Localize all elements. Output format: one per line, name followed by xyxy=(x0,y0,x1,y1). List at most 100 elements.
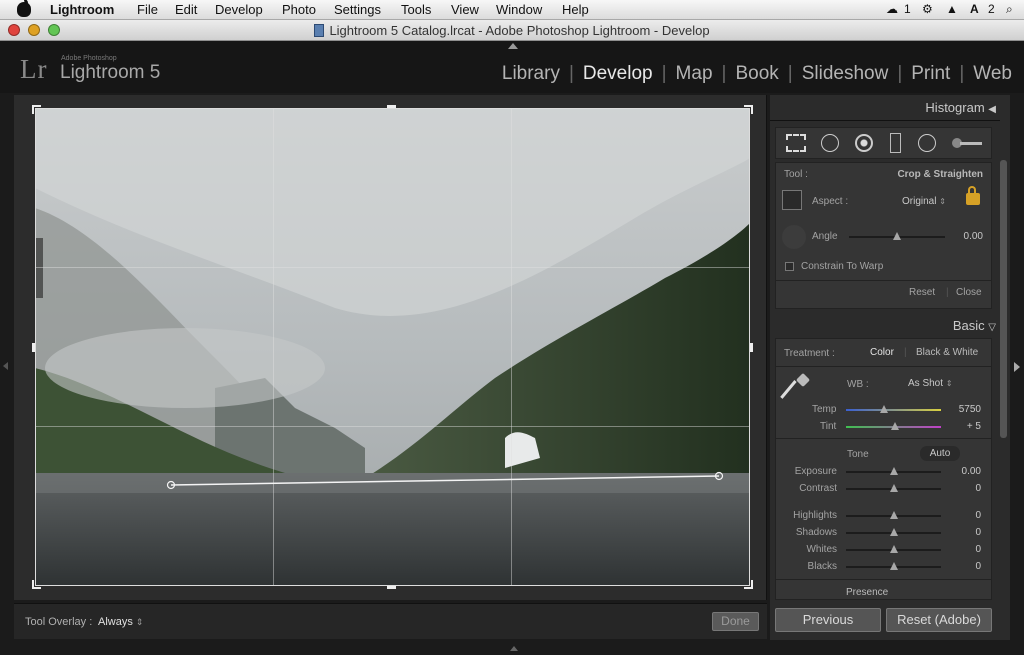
right-panel-scrollbar[interactable] xyxy=(1000,160,1007,438)
tone-slider-value[interactable]: 0 xyxy=(975,483,981,494)
crop-handle-right[interactable] xyxy=(750,343,753,352)
treatment-color-button[interactable]: Color xyxy=(870,347,894,358)
previous-button[interactable]: Previous xyxy=(775,608,881,632)
crop-handle-bottom[interactable] xyxy=(387,586,396,589)
module-divider: | xyxy=(568,63,574,84)
dropper-tip-icon xyxy=(780,380,797,399)
graduated-filter-icon[interactable] xyxy=(890,133,901,153)
menu-file[interactable]: File xyxy=(137,2,158,17)
temp-value[interactable]: 5750 xyxy=(959,404,981,415)
tint-slider-thumb[interactable] xyxy=(891,422,899,430)
tint-value[interactable]: + 5 xyxy=(967,421,981,432)
crop-divider: | xyxy=(946,287,949,298)
module-develop[interactable]: Develop xyxy=(583,63,653,85)
tray-count-2: 2 xyxy=(988,2,995,16)
tone-slider-label: Contrast xyxy=(799,483,837,494)
crop-tool-icon[interactable] xyxy=(786,134,806,152)
adobe-icon[interactable]: A xyxy=(970,2,979,16)
menu-tools[interactable]: Tools xyxy=(401,2,431,17)
filmstrip-toggle-icon[interactable] xyxy=(510,646,518,651)
crop-close-button[interactable]: Close xyxy=(956,287,982,298)
module-divider: | xyxy=(959,63,965,84)
reset-adobe-button[interactable]: Reset (Adobe) xyxy=(886,608,992,632)
auto-tone-button[interactable]: Auto xyxy=(920,446,960,461)
crop-handle-left[interactable] xyxy=(32,343,35,352)
module-book[interactable]: Book xyxy=(735,63,778,85)
photo-preview[interactable] xyxy=(35,108,750,586)
menu-settings[interactable]: Settings xyxy=(334,2,381,17)
right-panel-toggle-icon[interactable] xyxy=(1014,362,1020,372)
dropper-bulb-icon xyxy=(795,372,811,388)
tone-slider-thumb[interactable] xyxy=(890,545,898,553)
aspect-value: Original xyxy=(902,196,937,207)
tool-overlay-select[interactable]: Always ⇕ xyxy=(98,616,143,628)
wb-select[interactable]: As Shot ⇕ xyxy=(908,378,953,389)
temp-label: Temp xyxy=(812,404,837,415)
angle-value[interactable]: 0.00 xyxy=(964,231,983,242)
radial-filter-icon[interactable] xyxy=(918,134,936,152)
module-map[interactable]: Map xyxy=(676,63,713,85)
temp-slider-track[interactable] xyxy=(846,409,941,411)
menu-develop[interactable]: Develop xyxy=(215,2,263,17)
constrain-checkbox[interactable] xyxy=(785,262,794,271)
tone-slider-thumb[interactable] xyxy=(890,484,898,492)
lightroom-logo-icon: Lr xyxy=(20,54,48,84)
tone-slider-thumb[interactable] xyxy=(890,511,898,519)
left-panel-toggle-icon[interactable] xyxy=(3,362,8,370)
angle-slider-thumb[interactable] xyxy=(893,232,901,240)
crop-handle-bottom-right[interactable] xyxy=(744,580,753,589)
tone-slider-value[interactable]: 0.00 xyxy=(962,466,981,477)
module-slideshow[interactable]: Slideshow xyxy=(802,63,889,85)
tone-slider-value[interactable]: 0 xyxy=(975,510,981,521)
crop-handle-top[interactable] xyxy=(387,105,396,108)
treatment-bw-button[interactable]: Black & White xyxy=(916,347,978,358)
tone-slider-thumb[interactable] xyxy=(890,562,898,570)
tone-label: Tone xyxy=(847,449,869,460)
top-panel-toggle-icon[interactable] xyxy=(508,43,518,49)
red-eye-icon[interactable] xyxy=(855,134,873,152)
tool-value: Crop & Straighten xyxy=(897,169,983,180)
crop-handle-bottom-left[interactable] xyxy=(32,580,41,589)
straighten-tool-icon[interactable] xyxy=(782,225,806,249)
tone-slider-value[interactable]: 0 xyxy=(975,544,981,555)
apple-icon[interactable] xyxy=(17,0,31,17)
tone-slider-thumb[interactable] xyxy=(890,528,898,536)
crop-handle-top-left[interactable] xyxy=(32,105,41,114)
angle-label: Angle xyxy=(812,231,838,242)
drive-icon[interactable]: ▲ xyxy=(946,2,958,16)
aspect-select[interactable]: Original ⇕ xyxy=(902,196,946,207)
spotlight-icon[interactable]: ⌕ xyxy=(1006,2,1013,17)
white-balance-selector-icon[interactable] xyxy=(780,372,814,401)
done-button[interactable]: Done xyxy=(712,612,759,631)
tone-slider-value[interactable]: 0 xyxy=(975,561,981,572)
basic-header[interactable]: Basic ▽ xyxy=(770,315,996,339)
crop-handle-top-right[interactable] xyxy=(744,105,753,114)
tool-strip xyxy=(775,127,992,159)
menu-edit[interactable]: Edit xyxy=(175,2,197,17)
menu-view[interactable]: View xyxy=(451,2,479,17)
creative-cloud-icon[interactable]: ☁ xyxy=(886,2,898,16)
panel-divider xyxy=(776,579,991,580)
presence-label: Presence xyxy=(846,587,889,598)
adjustment-brush-icon[interactable] xyxy=(952,134,984,152)
menu-app-name[interactable]: Lightroom xyxy=(50,2,114,17)
menu-window[interactable]: Window xyxy=(496,2,542,17)
updown-arrow-icon: ⇕ xyxy=(135,617,144,627)
menu-help[interactable]: Help xyxy=(562,2,589,17)
module-web[interactable]: Web xyxy=(973,63,1012,85)
lock-shackle-icon xyxy=(968,186,976,194)
spot-removal-icon[interactable] xyxy=(821,134,839,152)
crop-reset-button[interactable]: Reset xyxy=(909,287,935,298)
module-library[interactable]: Library xyxy=(502,63,560,85)
lock-icon[interactable] xyxy=(966,186,980,205)
menu-photo[interactable]: Photo xyxy=(282,2,316,17)
histogram-header[interactable]: Histogram ◀ xyxy=(770,97,996,121)
crop-frame-tool-icon[interactable] xyxy=(782,190,802,210)
module-print[interactable]: Print xyxy=(911,63,950,85)
tone-slider-label: Blacks xyxy=(807,561,837,572)
treatment-label: Treatment : xyxy=(784,348,835,359)
tone-slider-value[interactable]: 0 xyxy=(975,527,981,538)
tone-slider-thumb[interactable] xyxy=(890,467,898,475)
temp-slider-thumb[interactable] xyxy=(880,405,888,413)
sync-icon[interactable]: ⚙ xyxy=(922,2,933,16)
